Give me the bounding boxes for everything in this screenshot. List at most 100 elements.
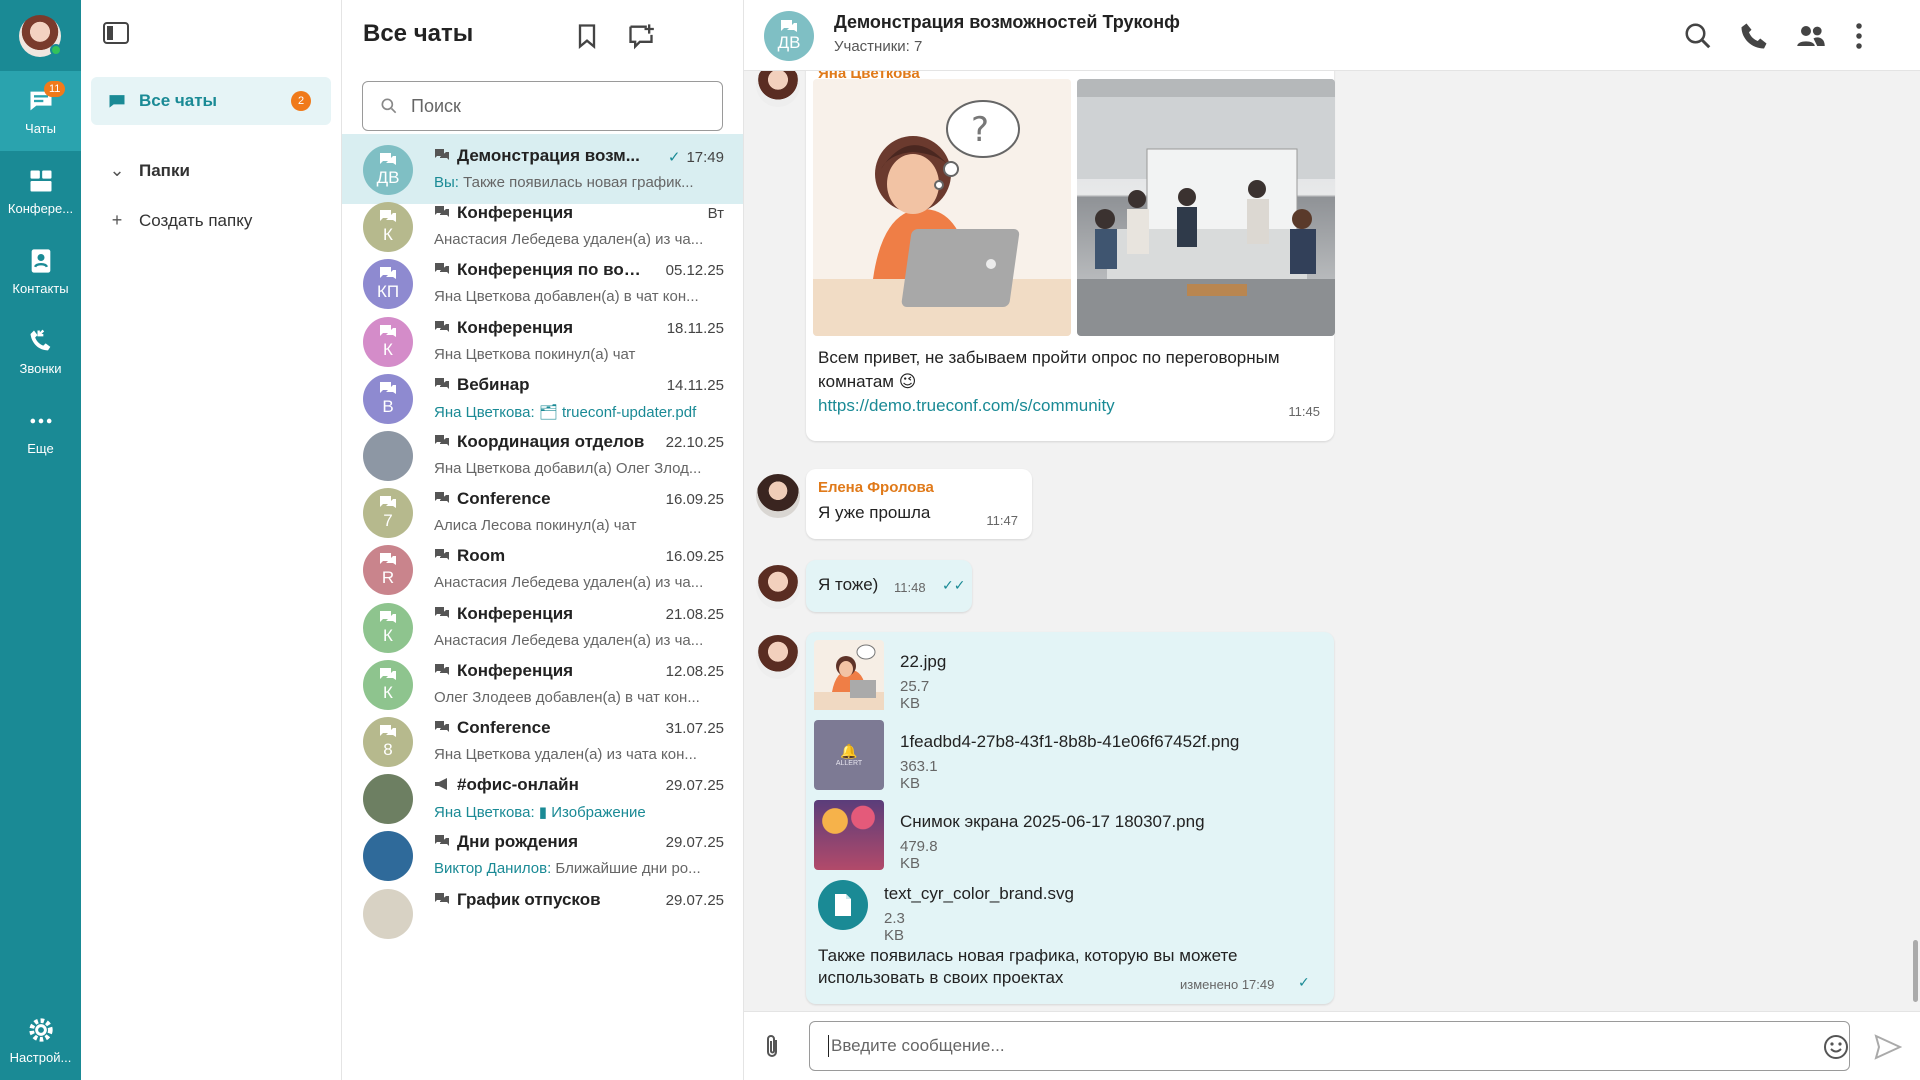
message-time: 11:48 (894, 580, 926, 595)
group-chat-icon (435, 263, 449, 274)
message-link[interactable]: https://demo.trueconf.com/s/community (818, 394, 1115, 418)
search-input[interactable]: Поиск (362, 81, 723, 131)
rail-calls[interactable]: Звонки (0, 311, 81, 391)
chat-name-text: Дни рождения (457, 832, 579, 851)
paperclip-icon[interactable] (760, 1034, 784, 1060)
chat-avatar: К (363, 317, 413, 367)
preview-author: Яна Цветкова: (434, 404, 535, 421)
message-text[interactable]: комнатам 😉 (818, 370, 916, 394)
message-sender[interactable]: Елена Фролова (818, 479, 934, 496)
file-name: text_cyr_color_brand.svg (884, 884, 1074, 903)
group-chat-icon (435, 893, 449, 904)
svg-text:?: ? (971, 110, 989, 150)
preview-author: Виктор Данилов: (434, 860, 552, 877)
group-chat-icon (435, 549, 449, 560)
rail-chats[interactable]: 11 Чаты (0, 71, 81, 151)
folder-all-chats[interactable]: Все чаты 2 (91, 77, 331, 125)
sender-avatar[interactable] (756, 474, 800, 518)
message-bubble-mine[interactable]: Я тоже) 11:48 ✓✓ (806, 560, 972, 612)
image-attachment[interactable] (1077, 79, 1335, 336)
create-folder-button[interactable]: + Создать папку (107, 210, 253, 231)
chat-time-text: 31.07.25 (665, 720, 724, 737)
file-thumbnail (814, 800, 884, 870)
my-avatar[interactable] (19, 15, 62, 57)
rail-chats-label: Чаты (25, 120, 56, 136)
message-text[interactable]: Я тоже) (818, 573, 878, 597)
chat-name-text: Conference (457, 489, 551, 508)
chat-avatar-initials: В (382, 397, 394, 416)
rail-more[interactable]: Еще (0, 391, 81, 471)
new-chat-icon[interactable] (627, 22, 655, 50)
chat-name-text: Координация отделов (457, 432, 645, 451)
chat-time: 29.07.25 (666, 777, 724, 794)
chat-time-text: 29.07.25 (665, 777, 724, 794)
chat-name: Вебинар (434, 375, 650, 395)
search-icon[interactable] (1683, 21, 1713, 51)
chat-avatar[interactable]: ДВ (764, 11, 814, 61)
emoji-icon[interactable] (1823, 1034, 1849, 1060)
image-attachment[interactable]: ? (813, 79, 1071, 336)
megaphone-icon (435, 778, 447, 790)
rail-contacts[interactable]: Контакты (0, 231, 81, 311)
group-chat-icon (781, 20, 797, 32)
message-input[interactable]: Введите сообщение... (809, 1021, 1850, 1071)
message-time: изменено 17:49 (1180, 977, 1275, 992)
chat-avatar-initials: ДВ (376, 168, 400, 187)
chat-participants[interactable]: Участники: 7 (834, 38, 922, 55)
chat-title: Демонстрация возможностей Труконф (834, 12, 1180, 32)
calls-icon (30, 329, 50, 350)
chat-name: Координация отделов (434, 432, 650, 452)
text-caret (828, 1035, 829, 1057)
bookmark-icon[interactable] (573, 22, 601, 50)
my-avatar[interactable] (756, 635, 800, 679)
chat-name-text: Вебинар (457, 375, 530, 394)
message-bubble-mine[interactable]: 22.jpg 25.7 KB 🔔 ALLERT 1feadbd4-27b8-43… (806, 632, 1334, 1004)
create-folder-label: Создать папку (139, 210, 253, 230)
folders-expander[interactable]: ⌄ Папки (107, 160, 189, 181)
message-text[interactable]: Всем привет, не забываем пройти опрос по… (818, 346, 1280, 370)
kebab-menu-icon[interactable] (1844, 21, 1874, 51)
thumbnail-caption: ALLERT (835, 760, 863, 767)
file-size: 363.1 KB (900, 758, 938, 792)
message-list[interactable]: Яна Цветкова ? Всем привет, не забываем … (744, 59, 1920, 1011)
rail-settings[interactable]: Настрой... (0, 1000, 81, 1080)
message-bubble[interactable]: Елена Фролова Я уже прошла 11:47 (806, 469, 1032, 539)
message-text[interactable]: Я уже прошла (818, 501, 930, 525)
chat-avatar-initials: К (383, 225, 393, 244)
group-chat-icon (435, 206, 449, 217)
chat-time-text: 22.10.25 (665, 434, 724, 451)
chat-time-text: 05.12.25 (665, 262, 724, 279)
participants-icon[interactable] (1796, 21, 1826, 51)
group-chat-icon (435, 835, 449, 846)
chat-avatar (363, 831, 413, 881)
group-chat-icon (435, 378, 449, 389)
message-text[interactable]: использовать в своих проектах (818, 966, 1063, 990)
my-avatar[interactable] (756, 565, 800, 609)
chat-list-title: Все чаты (363, 20, 474, 47)
chat-avatar: R (363, 545, 413, 595)
chat-avatar-initials: К (383, 626, 393, 645)
preview-text: Яна Цветкова добавлен(а) в чат кон... (434, 288, 699, 305)
message-bubble[interactable]: Яна Цветкова ? Всем привет, не забываем … (806, 59, 1335, 441)
file-thumbnail: 🔔 ALLERT (814, 720, 884, 790)
chat-time: 05.12.25 (666, 262, 724, 279)
chat-avatar (363, 774, 413, 824)
chat-time: 18.11.25 (667, 320, 724, 337)
group-chat-icon (435, 435, 449, 446)
chat-list-item[interactable]: График отпусков 29.07.25 (342, 878, 743, 948)
sidebar-toggle-icon[interactable] (103, 22, 129, 44)
scrollbar[interactable] (1913, 940, 1918, 1002)
thinking-woman-illustration: ? (813, 79, 1071, 336)
rail-conferences[interactable]: Конфере... (0, 151, 81, 231)
phone-icon[interactable] (1739, 21, 1769, 51)
chat-time: 14.11.25 (667, 377, 724, 394)
file-size: 479.8 KB (900, 838, 938, 872)
send-icon[interactable] (1874, 1034, 1902, 1060)
file-size: 2.3 KB (884, 910, 905, 944)
rail-conferences-label: Конфере... (7, 200, 74, 216)
search-placeholder: Поиск (411, 95, 461, 116)
chat-header: ДВ Демонстрация возможностей Труконф Уча… (744, 0, 1920, 71)
chat-name: Room (434, 546, 650, 566)
folders-panel: Все чаты 2 ⌄ Папки + Создать папку (81, 0, 342, 1080)
message-text[interactable]: Также появилась новая графика, которую в… (818, 944, 1238, 968)
